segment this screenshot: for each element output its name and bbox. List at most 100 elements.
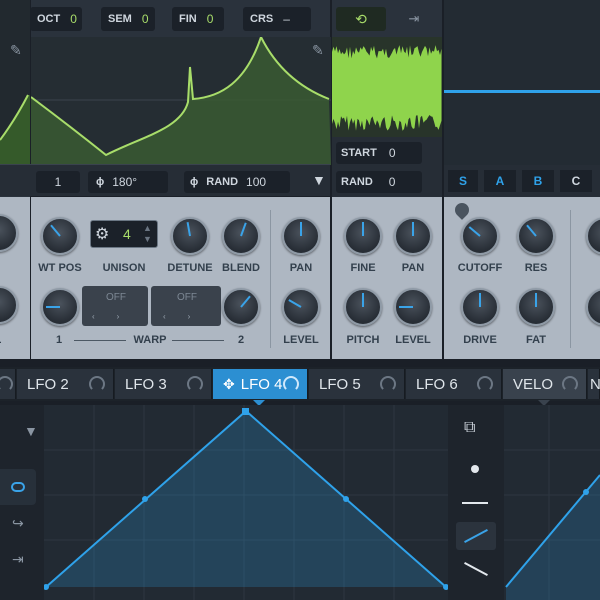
res-label: RES xyxy=(524,262,548,274)
crs-label: CRS xyxy=(250,13,274,25)
tab-lfo-3[interactable]: LFO 3 xyxy=(115,369,212,399)
pitch-knob[interactable] xyxy=(344,288,382,326)
lfo-point[interactable] xyxy=(142,496,148,502)
lfo-3-label: LFO 3 xyxy=(125,375,167,393)
start-field[interactable]: START 0 xyxy=(336,142,422,164)
left-label-evel: EVEL xyxy=(0,334,22,346)
drag-move-icon[interactable]: ✥ xyxy=(223,376,235,393)
phase-value: 180° xyxy=(112,175,138,189)
stepper-arrows-icon[interactable]: ▲ ▼ xyxy=(143,223,152,245)
sem-field[interactable]: SEM 0 xyxy=(101,7,155,31)
filter-divider xyxy=(570,210,571,348)
lfo-graph[interactable] xyxy=(44,405,448,600)
falling-shape-icon[interactable] xyxy=(464,562,488,576)
lfo-shape-toolbar: ⧉ xyxy=(448,405,504,600)
noise-rand-label: RAND xyxy=(341,176,373,188)
rand-label: RAND xyxy=(206,176,239,188)
filter-tab-s[interactable]: S xyxy=(448,170,478,192)
phase-field[interactable]: ϕ 180° xyxy=(88,171,168,193)
dropdown-triangle-icon[interactable]: ▼ xyxy=(24,423,38,439)
start-value: 0 xyxy=(388,146,396,160)
osc-level-knob[interactable] xyxy=(282,288,320,326)
noise-pan-label: PAN xyxy=(401,262,425,274)
rand-field[interactable]: ϕ RAND 100 xyxy=(184,171,290,193)
noise-rand-field[interactable]: RAND 0 xyxy=(336,171,422,193)
fat-knob[interactable] xyxy=(517,288,555,326)
skip-end-icon[interactable]: ⇥ xyxy=(12,551,24,568)
tab-velo[interactable]: VELO xyxy=(503,369,587,399)
warp-1-knob[interactable] xyxy=(41,288,79,326)
fin-field[interactable]: FIN 0 xyxy=(172,7,224,31)
lfo-ring-icon xyxy=(380,376,396,392)
cutoff-knob[interactable] xyxy=(461,217,499,255)
phase-icon: ϕ xyxy=(96,176,105,188)
lfo-ring-icon xyxy=(477,376,493,392)
osc-pan-label: PAN xyxy=(289,262,313,274)
osc-pan-knob[interactable] xyxy=(282,217,320,255)
noise-level-knob[interactable] xyxy=(394,288,432,326)
popout-icon[interactable]: ⧉ xyxy=(464,419,475,437)
drive-knob[interactable] xyxy=(461,288,499,326)
osc-divider xyxy=(270,210,271,348)
detune-knob[interactable] xyxy=(171,217,209,255)
osc-level-label: LEVEL xyxy=(283,334,319,346)
partial-value-field[interactable]: 1 xyxy=(36,171,80,193)
fine-knob[interactable] xyxy=(344,217,382,255)
wt-pos-knob[interactable] xyxy=(41,217,79,255)
filter-tab-a[interactable]: A xyxy=(484,170,516,192)
filter-tab-c[interactable]: C xyxy=(560,170,592,192)
lfo-ring-icon xyxy=(89,376,105,392)
tab-lfo-2[interactable]: LFO 2 xyxy=(17,369,114,399)
warp-1-box[interactable]: OFF ‹› xyxy=(82,286,148,326)
fat-label: FAT xyxy=(526,334,546,346)
warp-2-arrows[interactable]: ‹› xyxy=(163,312,212,321)
tab-lfo-6[interactable]: LFO 6 xyxy=(406,369,502,399)
wavetable-display[interactable] xyxy=(31,37,331,165)
noise-display[interactable] xyxy=(332,37,442,137)
chevron-down-icon[interactable]: ▼ xyxy=(312,172,326,188)
filter-tab-b[interactable]: B xyxy=(522,170,554,192)
lfo-point[interactable] xyxy=(242,408,249,415)
pencil-icon[interactable]: ✎ xyxy=(10,42,22,59)
lfo-ring-icon xyxy=(187,376,203,392)
loop-button[interactable]: ⟲ xyxy=(336,7,386,31)
rising-shape-icon[interactable] xyxy=(456,522,496,550)
flat-shape-icon[interactable] xyxy=(462,502,488,504)
warp-2-off: OFF xyxy=(177,292,197,303)
loop-mode-icon[interactable] xyxy=(0,469,36,505)
warp-1-arrows[interactable]: ‹› xyxy=(92,312,141,321)
start-label: START xyxy=(341,147,377,159)
point-shape-icon[interactable] xyxy=(471,465,479,473)
lfo-ring-icon xyxy=(0,376,13,392)
velo-graph[interactable] xyxy=(504,405,600,600)
blend-knob[interactable] xyxy=(222,217,260,255)
oct-field[interactable]: OCT 0 xyxy=(30,7,82,31)
noise-pan-knob[interactable] xyxy=(394,217,432,255)
warp-2-box[interactable]: OFF ‹› xyxy=(151,286,221,326)
fin-label: FIN xyxy=(179,13,197,25)
noise-level-label: LEVEL xyxy=(395,334,431,346)
skip-to-end-icon[interactable]: ⇥ xyxy=(390,7,438,31)
left-label-an: AN xyxy=(0,262,20,274)
lfo-6-label: LFO 6 xyxy=(416,375,458,393)
lfo-point[interactable] xyxy=(343,496,349,502)
lfo-tab-partial[interactable] xyxy=(0,369,16,399)
res-knob[interactable] xyxy=(517,217,555,255)
partial-value: 1 xyxy=(54,175,62,189)
unison-control[interactable]: ⚙ 4 ▲ ▼ xyxy=(90,220,158,248)
unison-value: 4 xyxy=(123,226,131,242)
oct-value: 0 xyxy=(70,12,77,26)
tab-lfo-5[interactable]: LFO 5 xyxy=(309,369,405,399)
tab-next-partial[interactable]: N xyxy=(588,369,600,399)
filter-display[interactable] xyxy=(444,0,600,165)
pencil-icon[interactable]: ✎ xyxy=(312,42,324,59)
warp-2-knob[interactable] xyxy=(222,288,260,326)
tab-lfo-4[interactable]: ✥ LFO 4 xyxy=(213,369,308,399)
velo-point[interactable] xyxy=(583,489,589,495)
retrigger-icon[interactable]: ↪ xyxy=(12,515,24,532)
wt-pos-label: WT POS xyxy=(38,262,82,274)
oct-label: OCT xyxy=(37,13,61,25)
sem-value: 0 xyxy=(141,12,149,26)
crs-field[interactable]: CRS – xyxy=(243,7,311,31)
lfo-tab-row: LFO 2 LFO 3 ✥ LFO 4 LFO 5 LFO 6 VELO N xyxy=(0,367,600,401)
